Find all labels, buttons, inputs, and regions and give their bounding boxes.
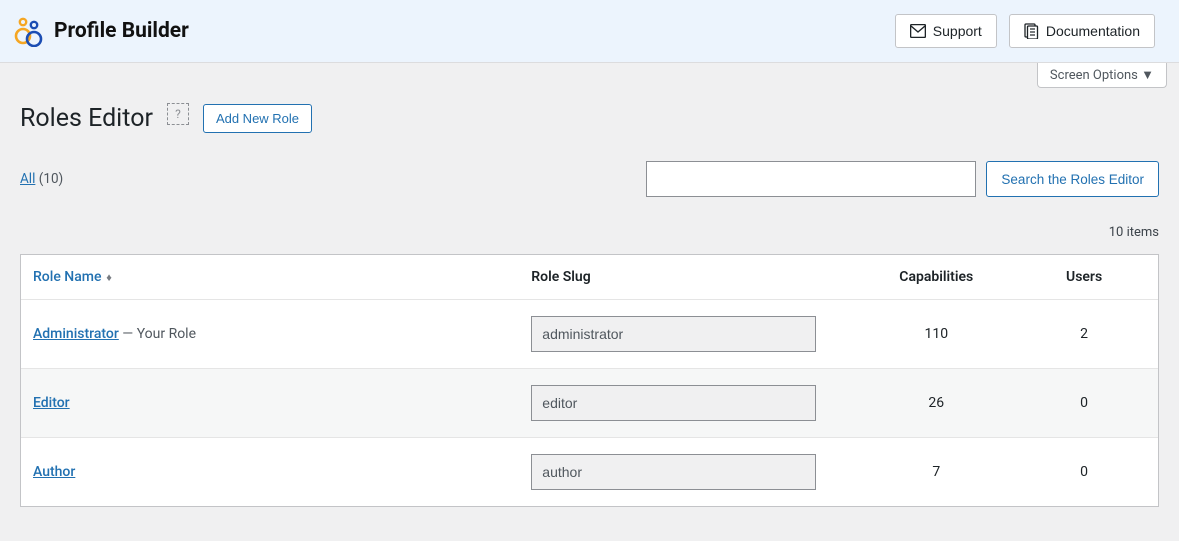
th-users: Users	[1010, 255, 1158, 300]
screen-options-wrap: Screen Options ▼	[0, 63, 1179, 88]
support-label: Support	[933, 23, 982, 39]
role-users: 2	[1010, 300, 1158, 369]
search-area: Search the Roles Editor	[646, 161, 1159, 197]
help-icon[interactable]: ?	[167, 103, 189, 125]
top-actions: Support Documentation	[895, 14, 1155, 48]
table-row: Administrator — Your Role 110 2	[21, 300, 1158, 369]
roles-table-wrap: Role Name ♦ Role Slug Capabilities Users…	[20, 254, 1159, 507]
brand-logo-icon	[12, 15, 44, 47]
filter-all-link[interactable]: All	[20, 171, 35, 187]
chevron-down-icon: ▼	[1141, 68, 1154, 83]
your-role-badge: — Your Role	[119, 326, 196, 342]
role-link[interactable]: Administrator	[33, 326, 119, 342]
role-slug-input[interactable]	[531, 454, 816, 490]
sort-indicator-icon: ♦	[103, 271, 111, 284]
roles-table: Role Name ♦ Role Slug Capabilities Users…	[21, 255, 1158, 506]
page-title: Roles Editor	[20, 104, 153, 133]
documentation-label: Documentation	[1046, 23, 1140, 39]
documentation-button[interactable]: Documentation	[1009, 14, 1155, 48]
role-slug-input[interactable]	[531, 385, 816, 421]
filter-row: All (10) Search the Roles Editor	[0, 161, 1179, 207]
brand-title: Profile Builder	[54, 19, 189, 43]
add-new-role-button[interactable]: Add New Role	[203, 104, 312, 133]
role-caps: 7	[862, 438, 1010, 507]
table-row: Editor 26 0	[21, 369, 1158, 438]
th-capabilities: Capabilities	[862, 255, 1010, 300]
page-head: Roles Editor ? Add New Role	[0, 88, 1179, 161]
role-users: 0	[1010, 369, 1158, 438]
filter-all-count: (10)	[39, 171, 64, 187]
th-role-name-label: Role Name	[33, 269, 101, 285]
screen-options-label: Screen Options	[1050, 68, 1138, 83]
search-roles-button[interactable]: Search the Roles Editor	[986, 161, 1159, 197]
top-bar: Profile Builder Support Documentation	[0, 0, 1179, 63]
table-row: Author 7 0	[21, 438, 1158, 507]
th-role-name[interactable]: Role Name ♦	[21, 255, 521, 300]
search-input[interactable]	[646, 161, 976, 197]
th-role-slug: Role Slug	[521, 255, 862, 300]
role-link[interactable]: Author	[33, 464, 75, 480]
role-slug-input[interactable]	[531, 316, 816, 352]
items-count: 10 items	[0, 207, 1179, 254]
role-caps: 110	[862, 300, 1010, 369]
role-caps: 26	[862, 369, 1010, 438]
role-link[interactable]: Editor	[33, 395, 70, 411]
filter-status: All (10)	[20, 171, 63, 187]
brand: Profile Builder	[12, 15, 189, 47]
role-users: 0	[1010, 438, 1158, 507]
support-button[interactable]: Support	[895, 14, 997, 48]
document-icon	[1024, 23, 1039, 39]
mail-icon	[910, 24, 926, 38]
screen-options-toggle[interactable]: Screen Options ▼	[1037, 63, 1167, 88]
table-header-row: Role Name ♦ Role Slug Capabilities Users	[21, 255, 1158, 300]
